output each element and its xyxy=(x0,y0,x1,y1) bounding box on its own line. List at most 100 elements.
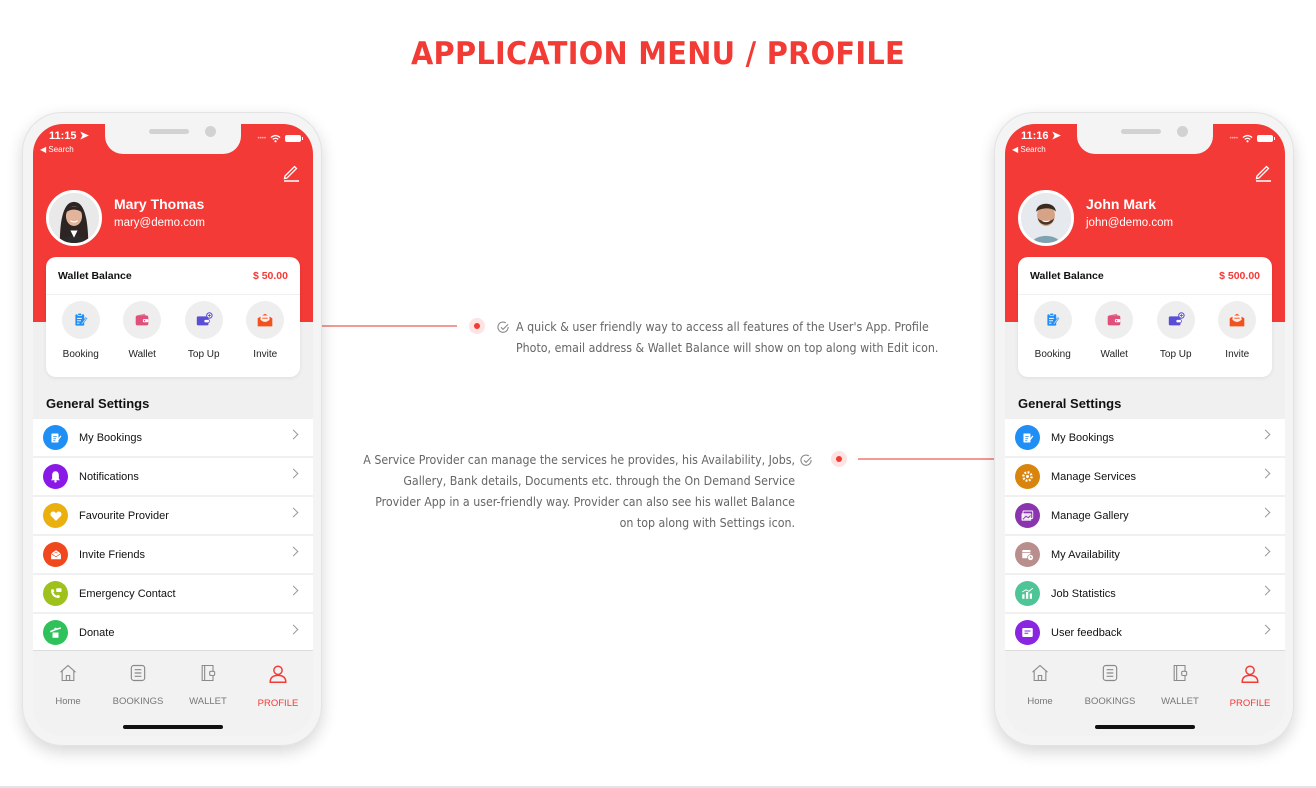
quick-action-booking[interactable]: Booking xyxy=(51,301,111,360)
wallet-icon xyxy=(1095,301,1134,339)
tab-bookings[interactable]: BOOKINGS xyxy=(1075,663,1145,709)
phone-user-app: 11:15 ➤ ◀ Search •••• Mary Thomas mary@d… xyxy=(22,112,322,746)
back-to-search-link[interactable]: ◀ Search xyxy=(1012,145,1046,154)
tab-wallet[interactable]: WALLET xyxy=(1145,663,1215,709)
tab-label: BOOKINGS xyxy=(112,696,164,707)
menu-item-label: Manage Services xyxy=(1051,470,1136,483)
wallet-card: Wallet Balance $ 500.00 Booking Wallet T… xyxy=(1018,257,1272,377)
menu-item-job-statistics[interactable]: Job Statistics xyxy=(1005,575,1285,612)
speaker-grille xyxy=(1121,129,1161,134)
clipboard-edit-icon xyxy=(1033,301,1072,339)
quick-action-label: Wallet xyxy=(1100,349,1128,360)
user-email: mary@demo.com xyxy=(114,217,205,229)
quick-action-label: Booking xyxy=(62,349,99,360)
tab-label: Home xyxy=(55,696,81,707)
quick-action-label: Invite xyxy=(253,349,278,360)
quick-action-label: Invite xyxy=(1225,349,1250,360)
back-to-search-link[interactable]: ◀ Search xyxy=(40,145,74,154)
status-icons: •••• xyxy=(258,134,303,143)
menu-item-label: My Availability xyxy=(1051,548,1120,561)
home-icon xyxy=(58,663,78,688)
menu-item-invite-friends[interactable]: Invite Friends xyxy=(33,536,313,573)
chevron-right-icon xyxy=(288,468,299,479)
menu-item-label: Donate xyxy=(79,626,115,639)
heart-icon xyxy=(43,503,68,528)
profile-avatar[interactable] xyxy=(46,190,102,246)
quick-actions: Booking Wallet Top Up Invite xyxy=(1018,295,1272,360)
gallery-icon xyxy=(1015,503,1040,528)
menu-item-my-bookings[interactable]: My Bookings xyxy=(33,419,313,456)
menu-item-label: Job Statistics xyxy=(1051,587,1116,600)
front-camera xyxy=(1177,126,1188,137)
menu-item-notifications[interactable]: Notifications xyxy=(33,458,313,495)
quick-action-top-up[interactable]: Top Up xyxy=(1146,301,1206,360)
quick-action-label: Wallet xyxy=(128,349,156,360)
chevron-right-icon xyxy=(1260,429,1271,440)
menu-item-manage-services[interactable]: Manage Services xyxy=(1005,458,1285,495)
menu-item-my-availability[interactable]: My Availability xyxy=(1005,536,1285,573)
donate-hand-icon xyxy=(43,620,68,645)
quick-action-wallet[interactable]: Wallet xyxy=(112,301,172,360)
menu-item-emergency-contact[interactable]: Emergency Contact xyxy=(33,575,313,612)
settings-menu: My Bookings Notifications Favourite Prov… xyxy=(33,419,313,653)
status-time: 11:16 ➤ xyxy=(1021,130,1061,142)
wifi-icon xyxy=(1242,134,1253,143)
chevron-right-icon xyxy=(288,585,299,596)
wallet-balance-amount: $ 50.00 xyxy=(252,269,288,282)
bottom-tab-bar: Home BOOKINGS WALLET PROFILE xyxy=(33,650,313,736)
edit-profile-icon[interactable] xyxy=(281,162,301,182)
speaker-grille xyxy=(149,129,189,134)
chevron-right-icon xyxy=(288,429,299,440)
edit-profile-icon[interactable] xyxy=(1253,162,1273,182)
quick-action-invite[interactable]: Invite xyxy=(1207,301,1267,360)
callout-user-app: A quick & user friendly way to access al… xyxy=(516,317,986,359)
tab-label: PROFILE xyxy=(257,698,299,709)
bottom-tab-bar: Home BOOKINGS WALLET PROFILE xyxy=(1005,650,1285,736)
user-email: john@demo.com xyxy=(1086,217,1174,229)
menu-item-user-feedback[interactable]: User feedback xyxy=(1005,614,1285,651)
back-triangle-icon: ◀ xyxy=(40,145,47,154)
phone-provider-app: 11:16 ➤ ◀ Search •••• John Mark john@dem… xyxy=(994,112,1294,746)
menu-item-my-bookings[interactable]: My Bookings xyxy=(1005,419,1285,456)
settings-menu: My Bookings Manage Services Manage Galle… xyxy=(1005,419,1285,653)
home-icon xyxy=(1030,663,1050,688)
home-indicator[interactable] xyxy=(1095,725,1195,729)
user-icon xyxy=(267,663,289,690)
home-indicator[interactable] xyxy=(123,725,223,729)
feedback-icon xyxy=(1015,620,1040,645)
callout-connector-line xyxy=(322,325,457,327)
menu-item-label: Favourite Provider xyxy=(79,509,169,522)
tab-home[interactable]: Home xyxy=(33,663,103,709)
envelope-open-icon xyxy=(246,301,285,339)
quick-action-top-up[interactable]: Top Up xyxy=(174,301,234,360)
tab-wallet[interactable]: WALLET xyxy=(173,663,243,709)
quick-action-wallet[interactable]: Wallet xyxy=(1084,301,1144,360)
phone-screen: 11:15 ➤ ◀ Search •••• Mary Thomas mary@d… xyxy=(33,124,313,736)
tab-bookings[interactable]: BOOKINGS xyxy=(103,663,173,709)
wallet-balance-amount: $ 500.00 xyxy=(1219,269,1260,282)
wallet-balance-label: Wallet Balance xyxy=(58,269,132,282)
menu-item-manage-gallery[interactable]: Manage Gallery xyxy=(1005,497,1285,534)
chevron-right-icon xyxy=(1260,546,1271,557)
front-camera xyxy=(205,126,216,137)
menu-item-favourite-provider[interactable]: Favourite Provider xyxy=(33,497,313,534)
phone-notch xyxy=(1077,124,1213,154)
tab-profile[interactable]: PROFILE xyxy=(1215,663,1285,709)
tab-label: WALLET xyxy=(189,696,227,707)
profile-avatar[interactable] xyxy=(1018,190,1074,246)
clipboard-edit-icon xyxy=(1015,425,1040,450)
menu-item-donate[interactable]: Donate xyxy=(33,614,313,651)
tab-label: PROFILE xyxy=(1229,698,1271,709)
wallet-add-icon xyxy=(1156,301,1195,339)
quick-action-invite[interactable]: Invite xyxy=(235,301,295,360)
quick-action-label: Top Up xyxy=(1159,349,1192,360)
location-arrow-icon: ➤ xyxy=(1051,130,1061,142)
quick-action-booking[interactable]: Booking xyxy=(1023,301,1083,360)
tab-home[interactable]: Home xyxy=(1005,663,1075,709)
tab-profile[interactable]: PROFILE xyxy=(243,663,313,709)
page-title: APPLICATION MENU / PROFILE xyxy=(410,36,906,72)
menu-item-label: My Bookings xyxy=(79,431,142,444)
chevron-right-icon xyxy=(1260,585,1271,596)
clipboard-edit-icon xyxy=(43,425,68,450)
envelope-open-icon xyxy=(1218,301,1257,339)
